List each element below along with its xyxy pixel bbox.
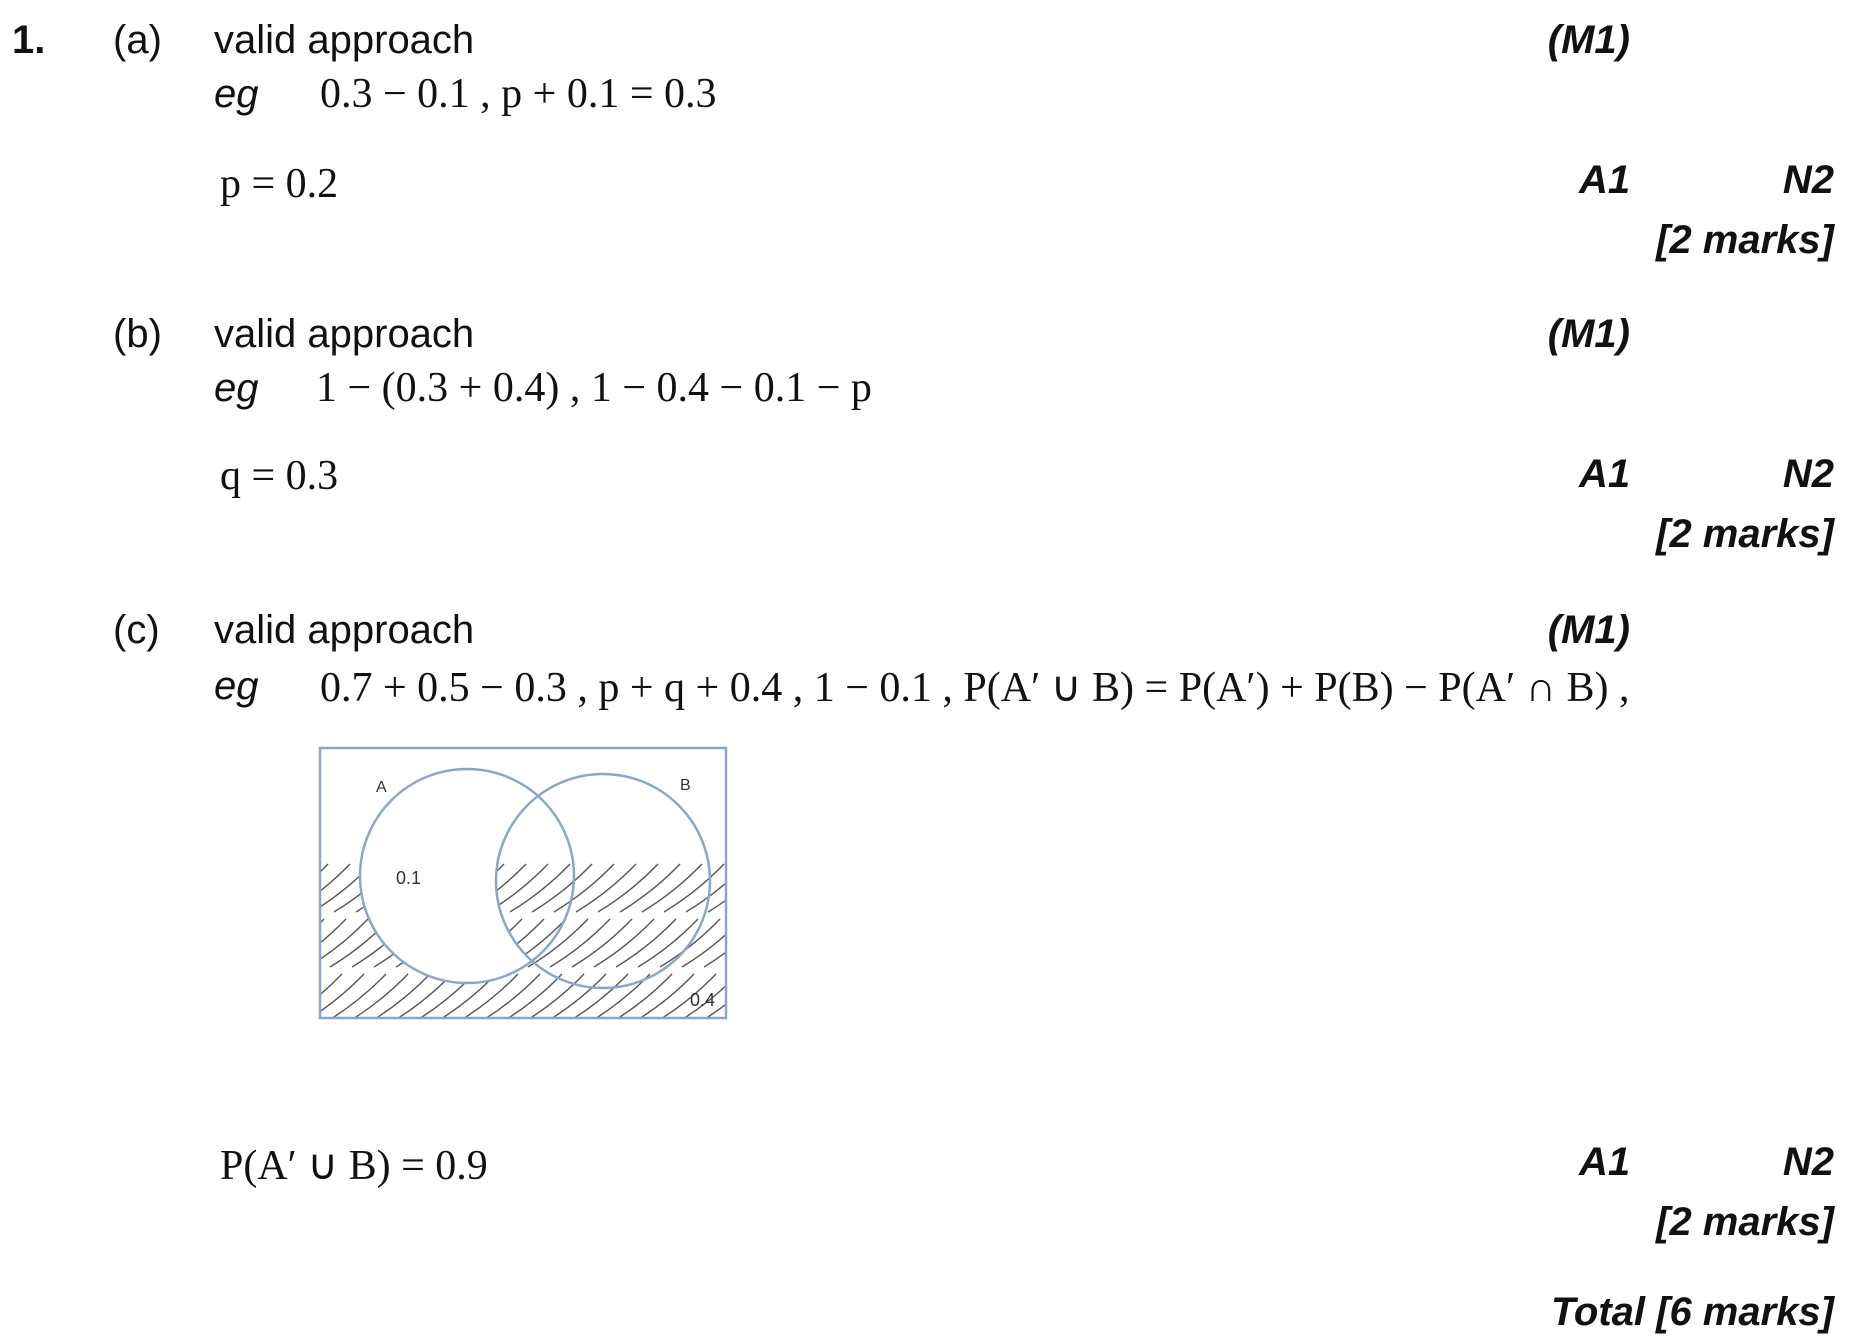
part-c-approach: valid approach [214,608,475,652]
part-b-n-mark: N2 [1782,452,1834,496]
part-a-marks: [2 marks] [1656,218,1834,262]
set-a-circle [358,767,576,985]
part-a-eg-expression: 0.3 − 0.1 , p + 0.1 = 0.3 [320,71,717,117]
hatch-shading [320,863,726,1018]
part-a-n-mark: N2 [1782,158,1834,202]
part-c-answer: P(A′ ∪ B) = 0.9 [220,1143,488,1189]
part-c-label: (c) [113,608,160,652]
part-c-n-mark: N2 [1782,1140,1834,1184]
part-a-method-mark: (M1) [1547,18,1630,62]
part-c-marks: [2 marks] [1656,1200,1834,1244]
part-a-label: (a) [113,18,162,62]
part-b-marks: [2 marks] [1656,512,1834,556]
total-marks: Total [6 marks] [1550,1290,1834,1334]
part-b-approach: valid approach [214,312,475,356]
set-b-label: B [680,777,691,794]
part-c-method-mark: (M1) [1547,608,1630,652]
part-c-answer-mark: A1 [1579,1140,1631,1184]
set-a-label: A [376,779,387,796]
part-a-answer-mark: A1 [1579,158,1631,202]
part-b-answer: q = 0.3 [220,453,339,499]
part-b-eg-label: eg [214,366,259,410]
part-a-approach: valid approach [214,18,475,62]
region-outside-value: 0.4 [690,990,715,1010]
part-a-eg-label: eg [214,72,259,116]
set-b-circle [494,772,712,990]
venn-diagram: A B 0.1 0.4 [318,746,728,1020]
part-c-eg-expression: 0.7 + 0.5 − 0.3 , p + q + 0.4 , 1 − 0.1 … [320,665,1630,711]
part-b-label: (b) [113,312,162,356]
hatch-stroke [320,918,369,961]
hatch-stroke [320,973,365,1013]
question-number: 1. [12,18,46,62]
part-b-method-mark: (M1) [1547,312,1630,356]
part-a-answer: p = 0.2 [220,161,339,207]
region-a-only-value: 0.1 [396,868,421,888]
part-b-eg-expression: 1 − (0.3 + 0.4) , 1 − 0.4 − 0.1 − p [316,365,872,411]
part-c-eg-label: eg [214,664,259,708]
part-b-answer-mark: A1 [1579,452,1631,496]
